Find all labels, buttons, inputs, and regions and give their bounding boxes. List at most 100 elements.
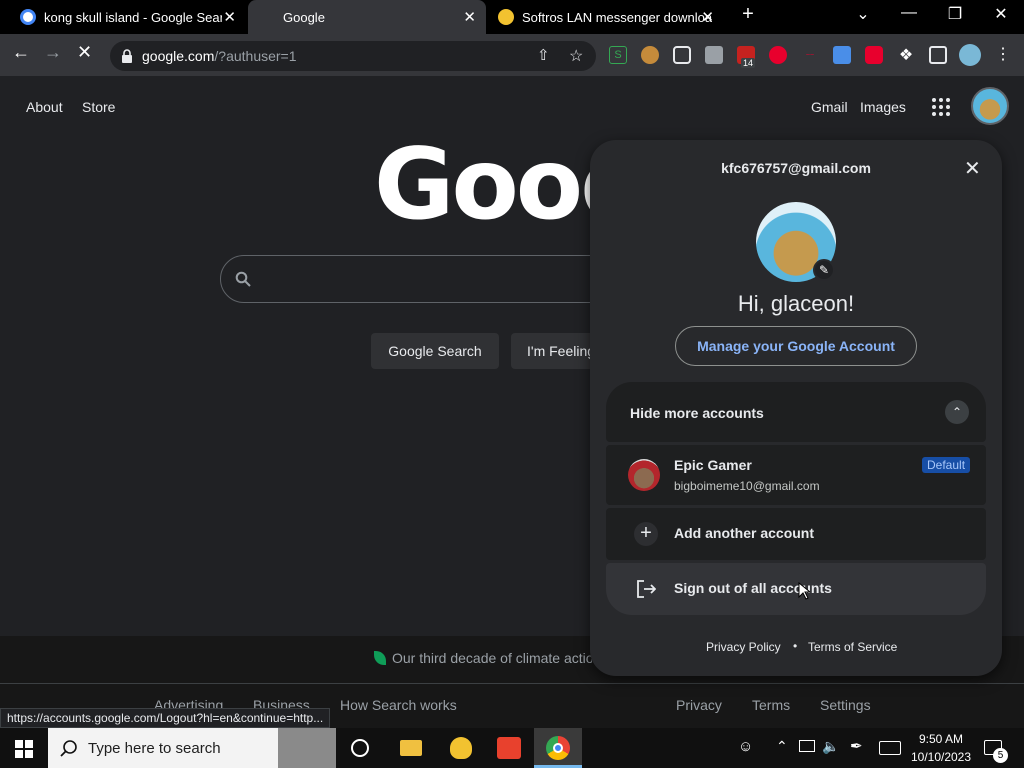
clock-date[interactable]: 10/10/2023 [908,750,974,764]
tab-title: kong skull island - Google Search [44,9,222,25]
network-icon[interactable] [799,740,815,752]
url-path: /?authuser=1 [214,48,297,64]
default-badge: Default [922,457,971,473]
tab-search-dropdown-icon[interactable]: ⌄ [840,4,886,24]
file-explorer-icon[interactable] [400,740,422,756]
side-panel-icon[interactable] [929,46,947,64]
restore-button[interactable]: ❐ [932,4,978,24]
account-item-email: bigboimeme10@gmail.com [674,479,820,493]
lock-icon [122,49,132,63]
url-host: google.com [142,48,215,64]
tab-close-icon[interactable]: ✕ [223,8,236,26]
sign-out-icon [637,580,656,598]
url-text[interactable]: google.com/?authuser=1 [142,48,297,64]
tab-strip: kong skull island - Google Search ✕ Goog… [0,0,1024,34]
account-item-epic-gamer[interactable]: Epic Gamer bigboimeme10@gmail.com Defaul… [606,445,986,505]
red-circle-extension-icon[interactable] [769,46,787,64]
tab-title: Softros LAN messenger download [522,9,712,25]
how-search-works-link[interactable]: How Search works [340,697,457,713]
new-tab-button[interactable]: + [726,3,770,26]
hide-accounts-label: Hide more accounts [630,405,764,421]
people-icon[interactable]: ☺ [738,738,753,755]
feeling-lucky-button[interactable]: I'm Feeling [511,333,601,369]
keyboard-icon[interactable] [879,741,901,755]
sign-out-all-button[interactable]: Sign out of all accounts [606,563,986,615]
red-logo-extension-icon[interactable]: ~~ [801,46,819,64]
tab-google[interactable]: Google ✕ [248,0,486,34]
windows-taskbar: Type here to search ☺ ⌃ 🔈 ✒ 9:50 AM 10/1… [0,728,1024,768]
mouse-cursor-icon [798,582,810,600]
volume-muted-icon[interactable]: 🔈 [822,738,839,755]
account-name: Epic Gamer [674,457,752,473]
cortana-icon[interactable] [351,739,369,757]
chevron-up-icon: ⌃ [945,400,969,424]
separator-dot: • [793,639,798,653]
search-box[interactable] [220,255,620,303]
pen-icon[interactable]: ✒ [850,737,863,755]
back-arrow-icon[interactable]: ← [12,42,30,63]
climate-text[interactable]: Our third decade of climate actio [392,650,592,666]
taskbar-search-placeholder: Type here to search [88,740,221,757]
privacy-link[interactable]: Privacy [676,697,722,713]
tab-kong-search[interactable]: kong skull island - Google Search ✕ [0,0,246,34]
account-email: kfc676757@gmail.com [721,160,871,176]
google-search-button[interactable]: Google Search [371,333,499,369]
youtube-extension-icon[interactable] [865,46,883,64]
manage-account-button[interactable]: Manage your Google Account [675,326,917,366]
softros-favicon-icon [498,9,514,25]
search-icon [60,740,77,757]
tab-close-icon[interactable]: ✕ [463,8,476,26]
images-link[interactable]: Images [860,99,906,115]
add-account-label: Add another account [674,525,815,541]
search-icon [235,271,251,287]
account-menu-panel: kfc676757@gmail.com ✕ ✎ Hi, glaceon! Man… [590,140,1002,676]
account-avatar-button[interactable] [971,87,1009,125]
clock-time[interactable]: 9:50 AM [912,732,970,746]
softros-app-icon[interactable] [450,737,472,759]
account-avatar [628,459,660,491]
minimize-button[interactable]: — [886,4,932,22]
puzzle-extensions-icon[interactable]: ❖ [897,46,915,64]
gmail-link[interactable]: Gmail [811,99,848,115]
extension-s-icon[interactable]: S [609,46,627,64]
close-panel-icon[interactable]: ✕ [964,156,981,181]
add-account-button[interactable]: + Add another account [606,508,986,560]
about-link[interactable]: About [26,99,63,115]
chrome-taskbar-button[interactable] [534,728,582,768]
rec-extension-icon[interactable] [673,46,691,64]
edit-pencil-icon[interactable]: ✎ [813,259,835,281]
extension-badge-count: 14 [741,58,756,68]
blue-extension-icon[interactable] [833,46,851,64]
windows-start-icon[interactable] [15,740,33,758]
profile-avatar-icon[interactable] [959,44,981,66]
taskbar-search-box[interactable]: Type here to search [48,728,336,768]
tab-title: Google [283,9,325,25]
bookmark-star-icon[interactable]: ☆ [569,46,583,66]
chrome-icon-center [553,743,563,753]
hide-accounts-toggle[interactable]: Hide more accounts ⌃ [606,382,986,442]
terms-link[interactable]: Terms [752,697,790,713]
window-close-button[interactable]: ✕ [978,4,1024,24]
printer-extension-icon[interactable] [705,46,723,64]
tab-close-icon[interactable]: ✕ [701,8,714,26]
search-highlight-image [278,728,336,768]
greeting: Hi, glaceon! [737,291,855,316]
stop-loading-icon[interactable]: ✕ [77,42,92,63]
leaf-icon [374,651,386,665]
share-icon[interactable]: ⇧ [537,46,550,64]
store-link[interactable]: Store [82,99,115,115]
cookie-extension-icon[interactable] [641,46,659,64]
footer-divider [0,683,1024,684]
tab-softros[interactable]: Softros LAN messenger download ✕ [488,0,724,34]
apps-grid-icon[interactable] [932,98,950,116]
settings-link[interactable]: Settings [820,697,871,713]
plus-icon: + [634,522,658,546]
terms-of-service-link[interactable]: Terms of Service [808,640,897,654]
privacy-policy-link[interactable]: Privacy Policy [706,640,781,654]
forward-arrow-icon[interactable]: → [44,42,62,63]
tray-chevron-up-icon[interactable]: ⌃ [776,738,788,755]
chrome-menu-icon[interactable]: ⋮ [995,44,1011,64]
anydesk-icon[interactable] [497,737,521,759]
address-bar[interactable]: google.com/?authuser=1 ⇧ ☆ [110,41,596,71]
google-favicon-icon [20,9,36,25]
